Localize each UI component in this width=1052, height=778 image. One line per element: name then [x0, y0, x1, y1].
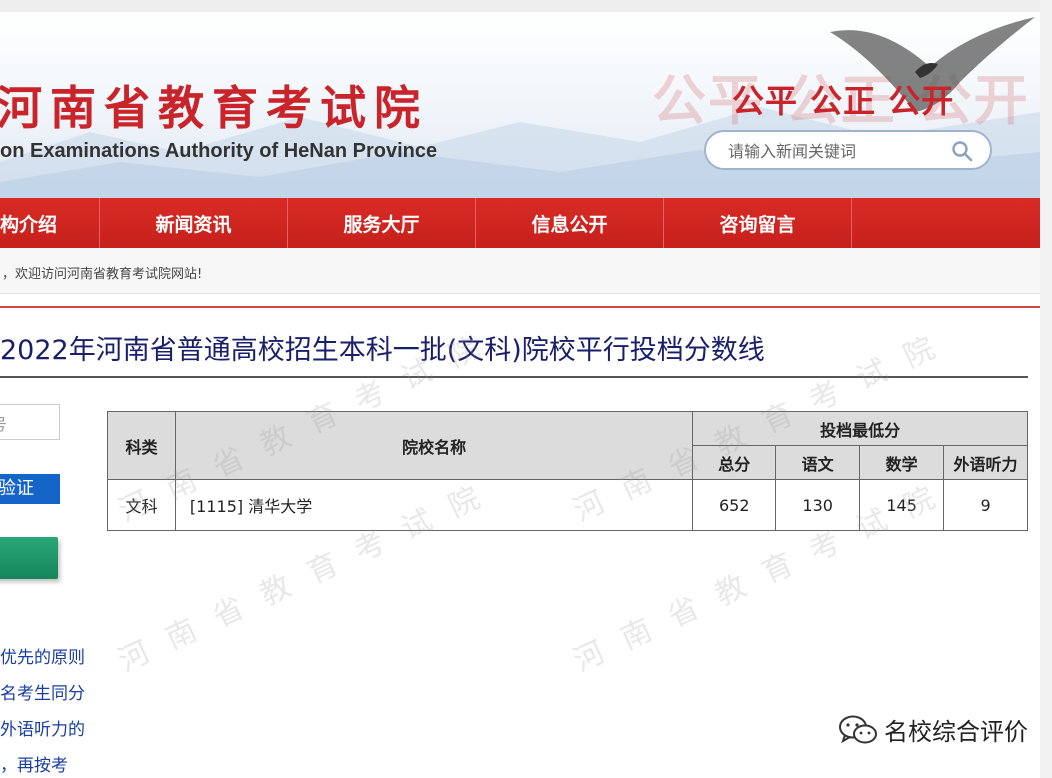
header-total: 总分	[692, 445, 777, 480]
nav-item-news[interactable]: 新闻资讯	[100, 198, 288, 248]
table-header-row: 科类 院校名称 投档最低分	[107, 411, 1028, 480]
wechat-icon	[839, 715, 877, 743]
table-row: 文科 [1115] 清华大学 652 130 145 9	[107, 479, 1028, 531]
header-school: 院校名称	[174, 411, 694, 480]
cell-school: [1115] 清华大学	[174, 479, 694, 531]
cell-total: 652	[692, 479, 777, 531]
nav-item-about[interactable]: 构介绍	[0, 198, 100, 248]
welcome-message: ，欢迎访问河南省教育考试院网站!	[0, 248, 1040, 294]
rule-note-line: 优先的原则	[0, 648, 85, 668]
search-box	[704, 130, 992, 170]
rule-note-line: 名考生同分	[0, 684, 85, 704]
sidebar-input[interactable]: 号	[0, 404, 60, 440]
cell-listening: 9	[943, 479, 1028, 531]
credit-text: 名校综合评价	[884, 718, 1028, 746]
header-chinese: 语文	[775, 445, 861, 480]
rule-note-line: 外语听力的	[0, 720, 85, 740]
site-header: 公平 公正 公开 公平 公正 公开 河南省教育考试院 on Examinatio…	[0, 12, 1040, 198]
search-icon[interactable]	[950, 139, 974, 163]
nav-item-consult[interactable]: 咨询留言	[664, 198, 852, 248]
header-category: 科类	[107, 411, 176, 480]
main-nav: 构介绍 新闻资讯 服务大厅 信息公开 咨询留言	[0, 198, 1040, 248]
title-divider	[0, 376, 1028, 378]
submit-button[interactable]	[0, 537, 58, 579]
verify-button[interactable]: 验证	[0, 474, 60, 504]
site-title: 河南省教育考试院	[0, 81, 428, 135]
search-input[interactable]	[728, 140, 948, 162]
browser-top-strip	[0, 0, 1052, 12]
nav-item-services[interactable]: 服务大厅	[288, 198, 476, 248]
score-table: 科类 院校名称 投档最低分 总分 语文 数学 外语听力 文科 [1115] 清华…	[107, 411, 1028, 531]
header-listening: 外语听力	[943, 445, 1028, 480]
wechat-credit: 名校综合评价	[838, 712, 1028, 747]
header-math: 数学	[859, 445, 945, 480]
slogan: 公平 公正 公开	[732, 82, 955, 120]
rule-note-line: ，再按考	[0, 756, 68, 776]
nav-item-disclosure[interactable]: 信息公开	[476, 198, 664, 248]
page-right-edge	[1040, 0, 1052, 778]
page-title: 2022年河南省普通高校招生本科一批(文科)院校平行投档分数线	[0, 335, 765, 366]
cell-chinese: 130	[775, 479, 861, 531]
cell-math: 145	[859, 479, 945, 531]
site-title-english: on Examinations Authority of HeNan Provi…	[0, 140, 438, 162]
cell-category: 文科	[107, 479, 176, 531]
sidebar-input-text: 号	[0, 411, 7, 435]
header-min-score: 投档最低分	[692, 411, 1028, 446]
